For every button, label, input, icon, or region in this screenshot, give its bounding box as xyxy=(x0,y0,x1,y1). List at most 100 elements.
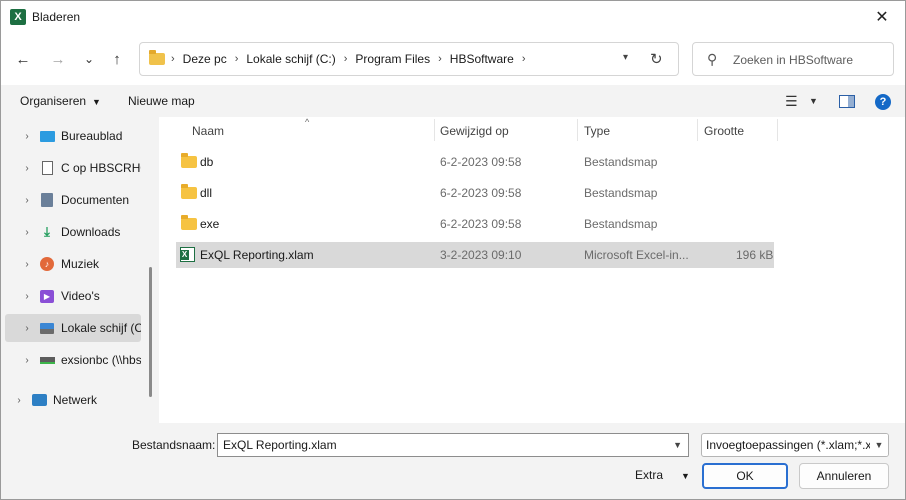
file-modified: 6-2-2023 09:58 xyxy=(440,186,522,200)
refresh-icon[interactable]: ↻ xyxy=(650,50,663,68)
chevron-right-icon[interactable]: › xyxy=(19,227,35,238)
local-disk-icon xyxy=(39,320,55,336)
breadcrumb-chevron-icon[interactable]: › xyxy=(438,53,442,65)
command-bar: Organiseren ▼ Nieuwe map ☰ ▼ ? xyxy=(1,85,905,117)
file-row-exe[interactable]: exe 6-2-2023 09:58 Bestandsmap xyxy=(176,211,774,237)
column-header-modified[interactable]: Gewijzigd op xyxy=(440,117,570,143)
music-icon: ♪ xyxy=(39,256,55,272)
chevron-right-icon[interactable]: › xyxy=(19,131,35,142)
column-divider[interactable] xyxy=(577,119,578,141)
sidebar-item-label: Lokale schijf (C xyxy=(61,321,141,335)
chevron-down-icon: ⌄ xyxy=(83,52,95,66)
chevron-right-icon[interactable]: › xyxy=(19,291,35,302)
breadcrumb-item-hbsoftware[interactable]: HBSoftware xyxy=(450,52,514,66)
address-history-chevron-icon[interactable]: ▾ xyxy=(623,52,628,63)
arrow-up-icon: ↑ xyxy=(113,50,121,68)
chevron-down-icon[interactable]: ▼ xyxy=(870,434,888,456)
sidebar-item-downloads[interactable]: › ⤓ Downloads xyxy=(5,218,141,246)
sidebar-scrollbar[interactable] xyxy=(149,267,152,397)
breadcrumb-chevron-icon[interactable]: › xyxy=(171,53,175,65)
breadcrumb-chevron-icon[interactable]: › xyxy=(235,53,239,65)
up-button[interactable]: ↑ xyxy=(103,47,131,71)
network-icon xyxy=(31,392,47,408)
file-row-exql-reporting[interactable]: ExQL Reporting.xlam 3-2-2023 09:10 Micro… xyxy=(176,242,774,268)
arrow-left-icon: ← xyxy=(15,50,31,68)
file-list: ^ Naam Gewijzigd op Type Grootte db 6-2-… xyxy=(159,117,905,423)
breadcrumb-item-deze-pc[interactable]: Deze pc xyxy=(183,52,227,66)
sidebar-item-label: Muziek xyxy=(61,257,100,271)
column-header-name[interactable]: Naam xyxy=(192,117,432,143)
search-box[interactable]: ⚲ Zoeken in HBSoftware xyxy=(692,42,894,76)
sidebar-item-label: Downloads xyxy=(61,225,121,239)
videos-icon: ▶ xyxy=(39,288,55,304)
documents-icon xyxy=(39,192,55,208)
filename-value[interactable]: ExQL Reporting.xlam xyxy=(223,438,337,452)
chevron-down-icon[interactable]: ▼ xyxy=(673,440,682,450)
extra-button[interactable]: Extra ▼ xyxy=(635,468,690,482)
back-button[interactable]: ← xyxy=(9,47,37,71)
column-header-type[interactable]: Type xyxy=(584,117,684,143)
file-name: ExQL Reporting.xlam xyxy=(200,248,314,262)
breadcrumb-chevron-icon[interactable]: › xyxy=(522,53,526,65)
sidebar-item-muziek[interactable]: › ♪ Muziek xyxy=(5,250,141,278)
help-icon[interactable]: ? xyxy=(875,94,891,110)
window-title: Bladeren xyxy=(32,10,81,24)
organize-button[interactable]: Organiseren ▼ xyxy=(20,94,101,108)
close-button[interactable]: ✕ xyxy=(859,1,905,33)
sidebar-item-label: Bureaublad xyxy=(61,129,123,143)
address-bar[interactable]: › Deze pc › Lokale schijf (C:) › Program… xyxy=(139,42,679,76)
filename-field[interactable]: ExQL Reporting.xlam ▼ xyxy=(217,433,689,457)
sidebar-item-label: C op HBSCRH0 xyxy=(61,161,141,175)
column-divider[interactable] xyxy=(697,119,698,141)
recent-locations-button[interactable]: ⌄ xyxy=(75,47,103,71)
view-options-icon[interactable]: ☰ xyxy=(785,93,798,110)
search-input[interactable]: Zoeken in HBSoftware xyxy=(733,53,853,67)
file-name: db xyxy=(200,155,214,169)
forward-button[interactable]: → xyxy=(44,47,72,71)
column-divider[interactable] xyxy=(777,119,778,141)
folder-icon xyxy=(181,153,197,168)
sidebar-item-documenten[interactable]: › Documenten xyxy=(5,186,141,214)
chevron-right-icon[interactable]: › xyxy=(11,395,27,406)
column-header-size[interactable]: Grootte xyxy=(704,117,774,143)
navigation-bar: ← → ⌄ ↑ › Deze pc › Lokale schijf (C:) ›… xyxy=(1,33,905,85)
file-name: dll xyxy=(200,186,213,200)
file-modified: 3-2-2023 09:10 xyxy=(440,248,522,262)
caret-down-icon: ▼ xyxy=(92,97,101,107)
file-type-filter-value: Invoegtoepassingen (*.xlam;*.xla xyxy=(706,438,881,452)
sidebar-item-videos[interactable]: › ▶ Video's xyxy=(5,282,141,310)
file-modified: 6-2-2023 09:58 xyxy=(440,155,522,169)
breadcrumb-chevron-icon[interactable]: › xyxy=(344,53,348,65)
chevron-right-icon[interactable]: › xyxy=(19,323,35,334)
ok-button[interactable]: OK xyxy=(702,463,788,489)
view-options-caret-icon[interactable]: ▼ xyxy=(809,96,818,106)
file-row-db[interactable]: db 6-2-2023 09:58 Bestandsmap xyxy=(176,149,774,175)
file-type: Microsoft Excel-in... xyxy=(584,248,689,262)
breadcrumb-item-program-files[interactable]: Program Files xyxy=(355,52,430,66)
sidebar-item-exsionbc[interactable]: › exsionbc (\\hbs xyxy=(5,346,141,374)
preview-pane-icon[interactable] xyxy=(839,95,855,108)
new-folder-button[interactable]: Nieuwe map xyxy=(128,94,195,108)
chevron-right-icon[interactable]: › xyxy=(19,195,35,206)
extra-label: Extra xyxy=(635,468,664,482)
sidebar-item-bureaublad[interactable]: › Bureaublad xyxy=(5,122,141,150)
chevron-right-icon[interactable]: › xyxy=(19,259,35,270)
arrow-right-icon: → xyxy=(50,50,66,68)
folder-icon xyxy=(149,50,165,65)
sidebar-item-c-op-hbscrh0[interactable]: › C op HBSCRH0 xyxy=(5,154,141,182)
chevron-right-icon[interactable]: › xyxy=(19,163,35,174)
file-name: exe xyxy=(200,217,220,231)
file-row-dll[interactable]: dll 6-2-2023 09:58 Bestandsmap xyxy=(176,180,774,206)
filename-label: Bestandsnaam: xyxy=(132,438,216,452)
chevron-right-icon[interactable]: › xyxy=(19,355,35,366)
sidebar-item-netwerk[interactable]: › Netwerk xyxy=(1,386,133,414)
file-type-filter[interactable]: Invoegtoepassingen (*.xlam;*.xla ▼ xyxy=(701,433,889,457)
sidebar-item-lokale-schijf[interactable]: › Lokale schijf (C xyxy=(5,314,141,342)
title-bar: X Bladeren ✕ xyxy=(1,1,905,33)
search-icon: ⚲ xyxy=(707,51,718,67)
sidebar-item-label: Netwerk xyxy=(53,393,98,407)
column-divider[interactable] xyxy=(434,119,435,141)
cancel-button[interactable]: Annuleren xyxy=(799,463,889,489)
breadcrumb-item-lokale-schijf[interactable]: Lokale schijf (C:) xyxy=(246,52,335,66)
dialog-footer: Bestandsnaam: ExQL Reporting.xlam ▼ Invo… xyxy=(1,423,905,499)
